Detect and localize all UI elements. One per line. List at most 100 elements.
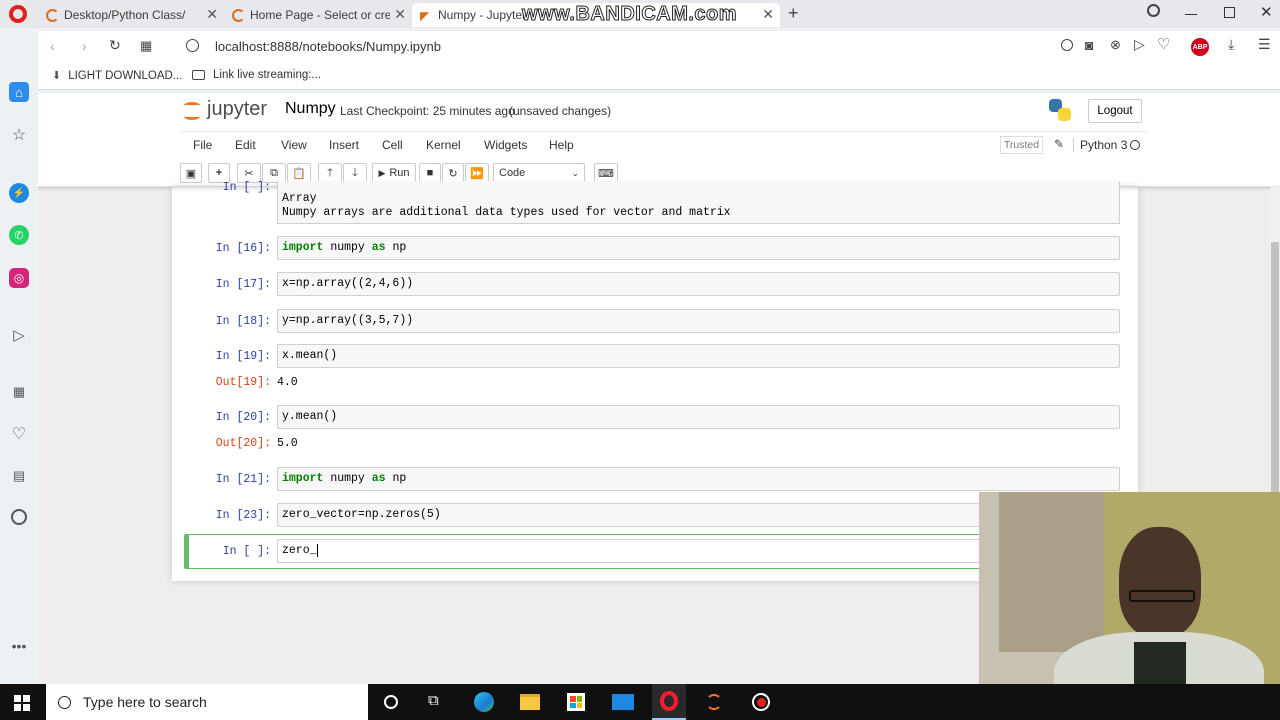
download-icon[interactable]: ⤓	[1228, 36, 1234, 53]
url-field[interactable]: localhost:8888/notebooks/Numpy.ipynb	[215, 39, 441, 54]
close-tab-icon[interactable]: ✕	[762, 6, 774, 23]
search-icon[interactable]	[1061, 39, 1073, 51]
messenger-icon[interactable]: ⚡	[9, 183, 29, 203]
adblock-icon[interactable]: ABP	[1191, 38, 1209, 56]
heart-icon[interactable]: ♡	[9, 424, 29, 444]
forward-icon[interactable]: ›	[82, 38, 87, 54]
code-cell-21[interactable]: import numpy as np	[277, 467, 1120, 491]
move-down-icon[interactable]: 🡓	[343, 163, 367, 183]
keyword: as	[371, 241, 386, 254]
file-explorer-icon[interactable]	[520, 694, 540, 710]
code-cell-18[interactable]: y=np.array((3,5,7))	[277, 309, 1120, 333]
tab-home-page[interactable]: Home Page - Select or crea ✕	[224, 3, 410, 27]
logout-button[interactable]: Logout	[1088, 99, 1142, 123]
mail-icon[interactable]	[612, 694, 634, 710]
taskbar-search-box[interactable]: Type here to search	[46, 684, 368, 720]
send-icon[interactable]: ▷	[1134, 36, 1145, 53]
interrupt-stop-icon[interactable]: ■	[419, 163, 441, 183]
instagram-icon[interactable]: ◎	[9, 268, 29, 288]
save-icon[interactable]: ▣	[180, 163, 202, 183]
jupyter-logo-text[interactable]: jupyter	[207, 98, 267, 121]
search-tabs-icon[interactable]	[1147, 4, 1160, 17]
copy-icon[interactable]: ⧉	[262, 163, 286, 183]
command-palette-keyboard-icon[interactable]: ⌨	[594, 163, 618, 183]
checkpoint-status: Last Checkpoint: 25 minutes ago	[340, 104, 515, 118]
edit-pencil-icon[interactable]: ✎	[1054, 137, 1064, 151]
jupyter-favicon-icon: ◤	[420, 9, 430, 23]
menu-edit[interactable]: Edit	[235, 138, 256, 152]
restart-run-all-icon[interactable]: ⏩	[465, 163, 489, 183]
menu-file[interactable]: File	[193, 138, 212, 152]
paste-icon[interactable]: 📋	[287, 163, 311, 183]
menu-help[interactable]: Help	[549, 138, 574, 152]
windows-start-icon[interactable]	[14, 695, 30, 711]
trusted-indicator[interactable]: Trusted	[1000, 136, 1043, 154]
opera-taskbar-icon[interactable]	[652, 684, 686, 720]
header-cover	[172, 187, 1138, 191]
bookmark-link-live-streaming[interactable]: Link live streaming:...	[192, 69, 321, 81]
new-tab-plus-icon[interactable]: +	[788, 3, 799, 24]
code-text: zero_	[282, 544, 317, 557]
site-info-globe-icon[interactable]	[186, 39, 199, 52]
back-icon[interactable]: ‹	[50, 38, 55, 54]
cell-prompt: In [16]:	[215, 242, 271, 255]
opera-logo-icon[interactable]	[9, 5, 27, 23]
tab-title: Desktop/Python Class/	[64, 8, 186, 22]
menu-insert[interactable]: Insert	[329, 138, 359, 152]
menu-kernel[interactable]: Kernel	[426, 138, 461, 152]
close-window-icon[interactable]: ✕	[1260, 3, 1273, 21]
whatsapp-icon[interactable]: ✆	[9, 225, 29, 245]
close-tab-icon[interactable]: ✕	[394, 6, 406, 23]
jupyter-taskbar-icon[interactable]	[706, 694, 722, 710]
windows-taskbar: Type here to search ⧉	[0, 684, 1280, 720]
download-icon: ⬇	[52, 70, 62, 82]
code-cell-20[interactable]: y.mean()	[277, 405, 1120, 429]
send-icon[interactable]: ▷	[9, 325, 29, 345]
code-cell-17[interactable]: x=np.array((2,4,6))	[277, 272, 1120, 296]
bookmark-light-download[interactable]: ⬇ LIGHT DOWNLOAD...	[52, 69, 182, 83]
menu-cell[interactable]: Cell	[382, 138, 403, 152]
run-label: Run	[389, 167, 410, 179]
tab-desktop-python-class[interactable]: Desktop/Python Class/ ✕	[38, 3, 222, 27]
code-cell-16[interactable]: import numpy as np	[277, 236, 1120, 260]
minimize-window-icon[interactable]	[1185, 14, 1197, 15]
restart-icon[interactable]: ↻	[442, 163, 464, 183]
easy-setup-icon[interactable]: ☰	[1258, 36, 1271, 53]
bandicam-record-icon[interactable]	[752, 693, 770, 711]
jupyter-logo-icon[interactable]	[182, 99, 202, 123]
close-tab-icon[interactable]: ✕	[206, 6, 218, 23]
cell-prompt: In [18]:	[215, 315, 271, 328]
move-up-icon[interactable]: 🡑	[318, 163, 342, 183]
cell-output: 4.0	[277, 376, 298, 389]
reload-icon[interactable]: ↻	[109, 37, 121, 54]
more-icon[interactable]: •••	[9, 636, 29, 656]
kernel-name[interactable]: Python 3	[1073, 138, 1127, 152]
tab-title: Home Page - Select or crea	[250, 8, 390, 22]
cell-prompt: In [ ]:	[222, 545, 271, 558]
restore-window-icon[interactable]	[1224, 7, 1235, 18]
store-icon[interactable]	[567, 693, 585, 711]
camera-icon[interactable]: ◙	[1085, 37, 1093, 53]
text-cursor	[316, 544, 318, 557]
cortana-icon[interactable]	[384, 695, 398, 709]
task-view-icon[interactable]: ⧉	[428, 692, 439, 709]
news-icon[interactable]: ▤	[9, 466, 29, 486]
cell-type-select[interactable]: Code ⌄	[493, 163, 585, 183]
heart-icon[interactable]: ♡	[1157, 35, 1170, 53]
run-button[interactable]: ▶ Run	[372, 163, 416, 183]
insert-cell-plus-icon[interactable]: +	[208, 163, 230, 183]
block-icon[interactable]: ⊗	[1110, 37, 1121, 53]
home-icon[interactable]: ⌂	[9, 82, 29, 102]
speed-dial-icon[interactable]: ▦	[140, 38, 152, 54]
cell-prompt: In [23]:	[215, 509, 271, 522]
menu-widgets[interactable]: Widgets	[484, 138, 527, 152]
history-icon[interactable]	[11, 509, 27, 525]
notebook-name[interactable]: Numpy	[285, 100, 336, 118]
keyword: as	[371, 472, 386, 485]
edge-icon[interactable]	[474, 692, 494, 712]
star-icon[interactable]: ☆	[9, 125, 29, 145]
cut-icon[interactable]: ✂	[237, 163, 261, 183]
menu-view[interactable]: View	[281, 138, 307, 152]
apps-grid-icon[interactable]: ▦	[9, 382, 29, 402]
code-cell-19[interactable]: x.mean()	[277, 344, 1120, 368]
